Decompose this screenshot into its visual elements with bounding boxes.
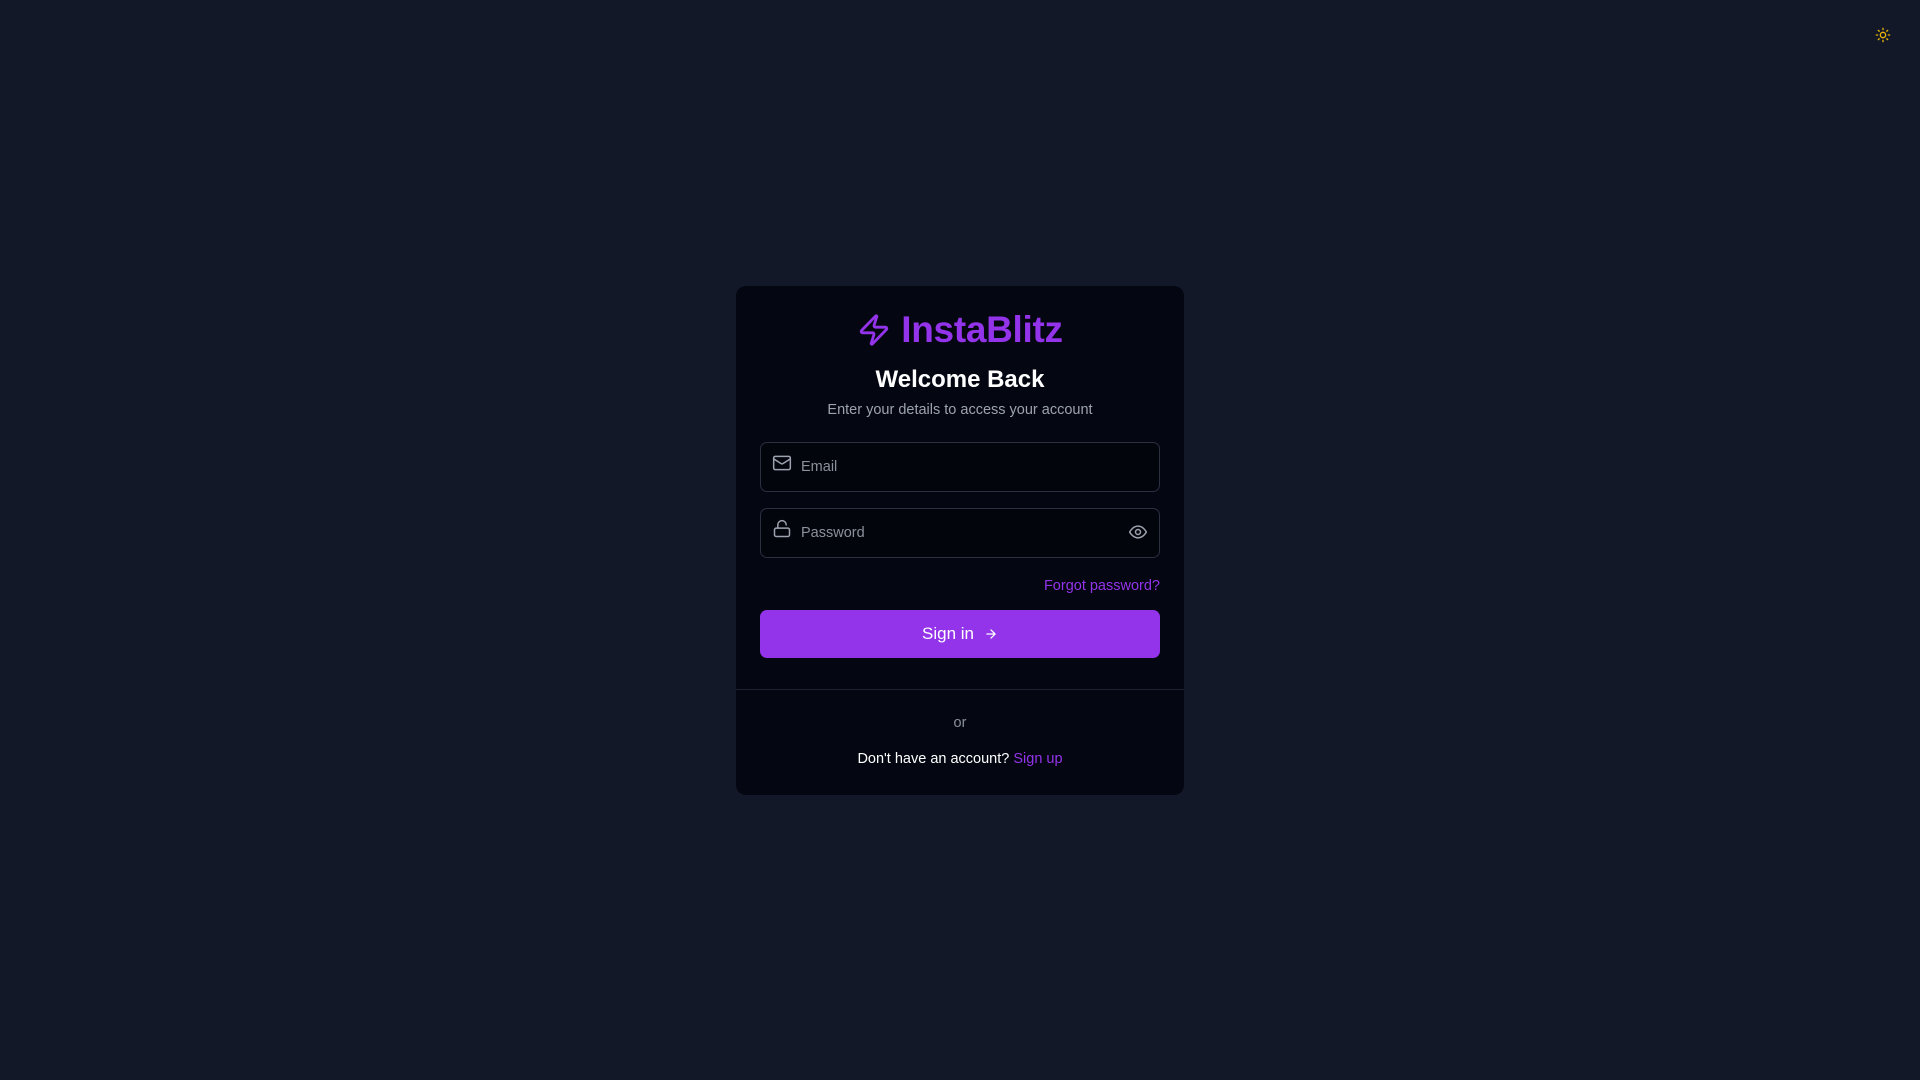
page-title: Welcome Back	[875, 366, 1045, 393]
password-field	[760, 508, 1160, 558]
theme-toggle-button[interactable]	[1874, 26, 1892, 44]
forgot-password-link[interactable]: Forgot password?	[1044, 578, 1160, 594]
password-input[interactable]	[761, 509, 1159, 557]
signup-prompt: Don't have an account? Sign up	[736, 751, 1184, 767]
sign-in-button[interactable]: Sign in	[760, 610, 1160, 658]
lightning-bolt-icon	[860, 314, 889, 346]
arrow-right-icon	[986, 629, 996, 639]
sign-in-label: Sign in	[922, 624, 974, 643]
eye-icon[interactable]	[1128, 522, 1148, 542]
sign-up-link[interactable]: Sign up	[1013, 751, 1062, 767]
email-field	[760, 442, 1160, 492]
or-separator: or	[953, 715, 967, 731]
brand-logo: InstaBlitz	[760, 309, 1160, 350]
sun-icon	[1875, 27, 1891, 43]
lock-icon	[773, 519, 791, 538]
brand-name: InstaBlitz	[901, 309, 1063, 350]
page-subtitle: Enter your details to access your accoun…	[827, 402, 1093, 418]
email-input[interactable]	[761, 443, 1159, 491]
login-card: InstaBlitz Welcome Back Enter your detai…	[736, 286, 1184, 795]
mail-icon	[772, 455, 792, 471]
signup-prompt-text: Don't have an account?	[857, 751, 1010, 767]
divider	[736, 689, 1184, 690]
